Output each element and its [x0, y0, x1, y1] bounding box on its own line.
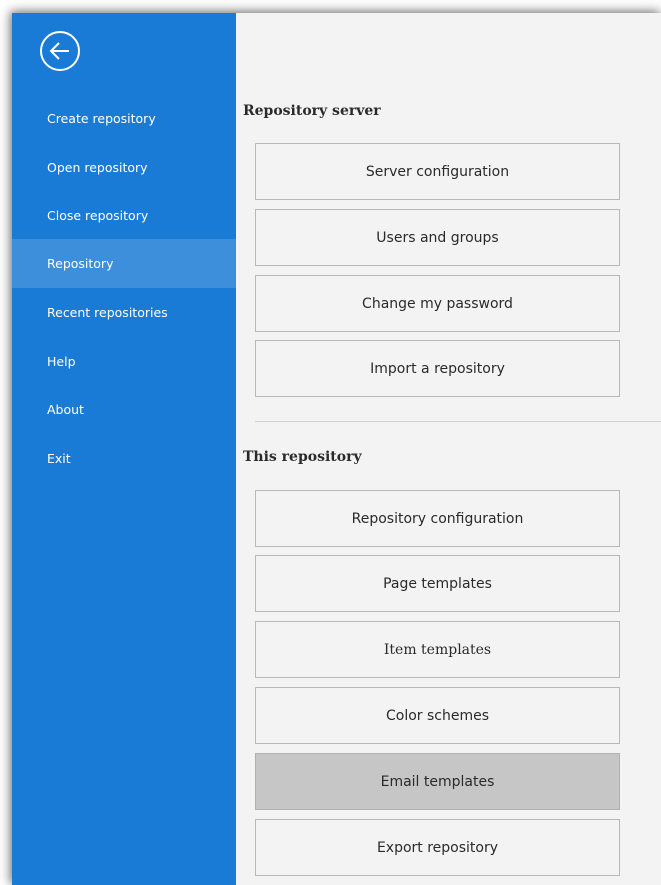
- sidebar-item-recent-repositories[interactable]: Recent repositories: [12, 288, 236, 337]
- sidebar-item-create-repository[interactable]: Create repository: [12, 94, 236, 143]
- email-templates-button[interactable]: Email templates: [255, 753, 620, 810]
- repository-configuration-button[interactable]: Repository configuration: [255, 490, 620, 547]
- change-my-password-button[interactable]: Change my password: [255, 275, 620, 332]
- circle-arrow-left-icon: [40, 31, 80, 71]
- item-templates-button[interactable]: Item templates: [255, 621, 620, 678]
- sidebar-item-repository[interactable]: Repository: [12, 239, 236, 288]
- export-repository-button[interactable]: Export repository: [255, 819, 620, 876]
- main-header: [236, 13, 661, 84]
- page-templates-button[interactable]: Page templates: [255, 555, 620, 612]
- server-configuration-button[interactable]: Server configuration: [255, 143, 620, 200]
- back-button[interactable]: [39, 30, 81, 72]
- sidebar-item-exit[interactable]: Exit: [12, 434, 236, 483]
- section-title-repository-server: Repository server: [243, 103, 381, 119]
- color-schemes-button[interactable]: Color schemes: [255, 687, 620, 744]
- section-title-this-repository: This repository: [243, 449, 362, 465]
- backstage-window: Create repository Open repository Close …: [12, 13, 661, 885]
- sidebar-item-close-repository[interactable]: Close repository: [12, 191, 236, 240]
- sidebar: Create repository Open repository Close …: [12, 13, 236, 885]
- main-panel: Repository server Server configuration U…: [236, 13, 661, 885]
- sidebar-item-help[interactable]: Help: [12, 337, 236, 386]
- users-and-groups-button[interactable]: Users and groups: [255, 209, 620, 266]
- import-repository-button[interactable]: Import a repository: [255, 340, 620, 397]
- sidebar-item-open-repository[interactable]: Open repository: [12, 143, 236, 192]
- sidebar-item-about[interactable]: About: [12, 385, 236, 434]
- section-divider: [255, 421, 661, 422]
